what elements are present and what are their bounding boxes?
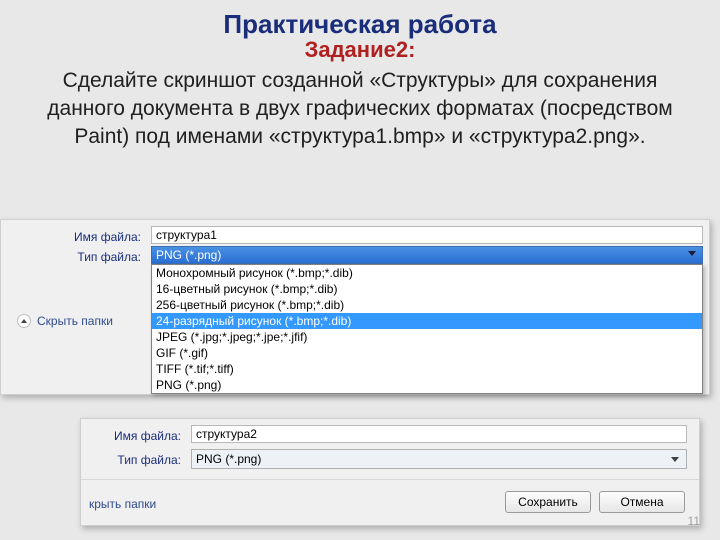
filetype-selected-text: PNG (*.png) [196, 452, 261, 466]
filetype-option[interactable]: JPEG (*.jpg;*.jpeg;*.jpe;*.jfif) [152, 329, 702, 345]
filetype-option[interactable]: TIFF (*.tif;*.tiff) [152, 361, 702, 377]
hide-folders-toggle[interactable]: крыть папки [89, 497, 156, 511]
page-title: Практическая работа [0, 0, 720, 39]
filetype-option[interactable]: Монохромный рисунок (*.bmp;*.dib) [152, 265, 702, 281]
filetype-option[interactable]: 16-цветный рисунок (*.bmp;*.dib) [152, 281, 702, 297]
task-heading: Задание2: [0, 37, 720, 63]
chevron-up-icon [17, 314, 31, 328]
filetype-option[interactable]: PNG (*.png) [152, 377, 702, 393]
filetype-select[interactable]: PNG (*.png) [191, 449, 687, 469]
filename-input[interactable]: структура1 [151, 226, 703, 244]
filetype-dropdown[interactable]: Монохромный рисунок (*.bmp;*.dib)16-цвет… [151, 264, 703, 394]
filetype-option[interactable]: 256-цветный рисунок (*.bmp;*.dib) [152, 297, 702, 313]
dialog-buttons: Сохранить Отмена [505, 491, 685, 513]
save-dialog-1: Имя файла: структура1 Тип файла: PNG (*.… [0, 219, 710, 395]
filetype-option[interactable]: GIF (*.gif) [152, 345, 702, 361]
cancel-button[interactable]: Отмена [599, 491, 685, 513]
instruction-text: Сделайте скриншот созданной «Структуры» … [0, 63, 720, 152]
filename-input[interactable]: структура2 [191, 425, 687, 443]
hide-folders-toggle[interactable]: Скрыть папки [17, 314, 113, 328]
filename-label: Имя файла: [101, 429, 181, 443]
filetype-select[interactable]: PNG (*.png) [151, 246, 703, 264]
chevron-down-icon [688, 251, 696, 259]
filename-label: Имя файла: [61, 230, 141, 244]
filetype-label: Тип файла: [61, 250, 141, 264]
filetype-label: Тип файла: [101, 453, 181, 467]
chevron-down-icon [671, 457, 679, 462]
save-dialog-2: Имя файла: структура2 Тип файла: PNG (*.… [80, 418, 700, 526]
page-number: 11 [688, 514, 700, 528]
divider [81, 479, 699, 480]
filetype-selected-text: PNG (*.png) [156, 248, 221, 262]
hide-folders-label: Скрыть папки [37, 314, 113, 328]
save-button[interactable]: Сохранить [505, 491, 591, 513]
filetype-option[interactable]: 24-разрядный рисунок (*.bmp;*.dib) [152, 313, 702, 329]
